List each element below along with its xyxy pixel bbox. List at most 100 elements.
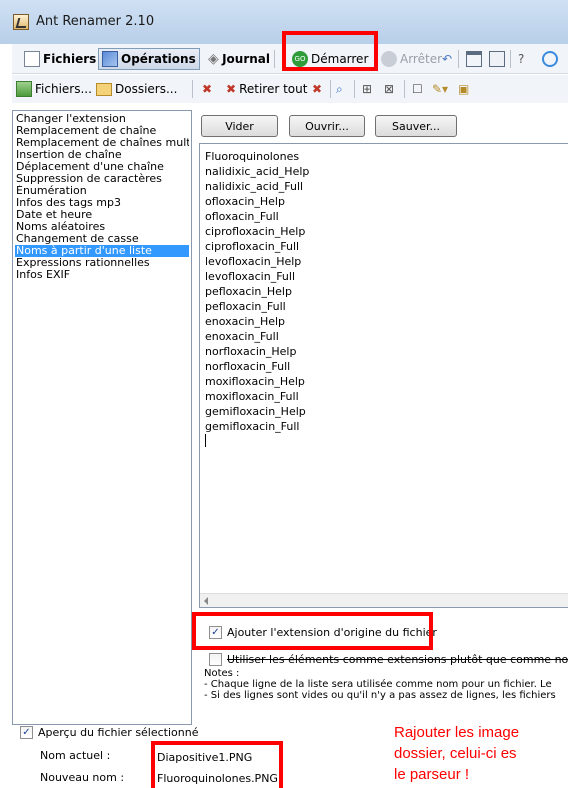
list-line: nalidixic_acid_Help: [205, 165, 310, 178]
scroll-left-icon[interactable]: [204, 597, 208, 605]
highlight-keep-extension: [192, 612, 433, 650]
use-as-extensions-label: Utiliser les éléments comme extensions p…: [227, 653, 568, 666]
names-list-editor[interactable]: Fluoroquinolones nalidixic_acid_Help nal…: [199, 143, 568, 608]
secondary-toolbar: Fichiers... Dossiers... ✖ ✖ Retirer tout…: [12, 75, 568, 103]
help-icon[interactable]: ?: [518, 48, 524, 70]
highlight-preview-names: [151, 741, 283, 788]
operation-item[interactable]: Remplacement de chaîne: [15, 125, 189, 137]
settings-icon-glyph: [489, 51, 505, 67]
journal-icon: ◈: [208, 51, 219, 67]
undo-icon[interactable]: ↶: [442, 48, 452, 70]
add-files-icon: [16, 81, 32, 97]
open-button-label: Ouvrir...: [305, 119, 349, 133]
grid-remove-icon[interactable]: ⊠: [384, 79, 394, 99]
use-as-extensions-checkbox[interactable]: [209, 653, 222, 666]
remove-all-button[interactable]: ✖ Retirer tout: [226, 79, 307, 99]
folder-browse-icon[interactable]: ✎▾: [432, 79, 448, 99]
remove-selected-icon[interactable]: ✖: [202, 79, 212, 99]
list-line: levofloxacin_Help: [205, 255, 302, 268]
stop-button[interactable]: Arrêter: [381, 48, 442, 70]
operation-item[interactable]: Changement de casse: [15, 233, 189, 245]
notes-section: Notes : - Chaque ligne de la liste sera …: [204, 668, 568, 701]
list-line: norfloxacin_Full: [205, 360, 291, 373]
horizontal-scrollbar[interactable]: [200, 593, 568, 607]
list-line: enoxacin_Full: [205, 330, 279, 343]
text-caret: [205, 434, 206, 447]
stop-icon: [381, 51, 397, 67]
list-line: ofloxacin_Help: [205, 195, 285, 208]
list-line: gemifloxacin_Full: [205, 420, 300, 433]
remove-all-label: Retirer tout: [239, 82, 308, 96]
list-line: gemifloxacin_Help: [205, 405, 306, 418]
tab-journal-label: Journal: [222, 52, 270, 66]
save-button-label: Sauver...: [392, 119, 440, 133]
list-line: pefloxacin_Help: [205, 285, 292, 298]
tab-files-label: Fichiers: [43, 52, 97, 66]
remove-dead-icon[interactable]: ✖: [312, 79, 322, 99]
add-folders-button[interactable]: Dossiers...: [96, 79, 177, 99]
preview-label: Aperçu du fichier sélectionné: [38, 726, 199, 739]
operation-item-selected[interactable]: Noms à partir d'une liste: [15, 245, 189, 257]
list-line: ofloxacin_Full: [205, 210, 279, 223]
window-title: Ant Renamer 2.10: [36, 14, 155, 29]
operation-item[interactable]: Expressions rationnelles: [15, 257, 189, 269]
settings-icon[interactable]: [489, 48, 508, 70]
toolbar-separator: [458, 50, 459, 68]
search-icon[interactable]: ⌕: [336, 79, 343, 99]
open-button[interactable]: Ouvrir...: [289, 115, 365, 137]
operation-item[interactable]: Remplacement de chaînes multiples: [15, 137, 189, 149]
toolbar-separator: [274, 50, 275, 68]
current-name-label: Nom actuel :: [40, 749, 111, 762]
list-line: levofloxacin_Full: [205, 270, 296, 283]
list-line: pefloxacin_Full: [205, 300, 286, 313]
remove-all-icon: ✖: [226, 82, 237, 96]
operation-item[interactable]: Insertion de chaîne: [15, 149, 189, 161]
preview-option[interactable]: ✓ Aperçu du fichier sélectionné: [20, 726, 199, 739]
list-line: norfloxacin_Help: [205, 345, 297, 358]
note-line-1: - Chaque ligne de la liste sera utilisée…: [204, 679, 552, 690]
add-files-label: Fichiers...: [35, 82, 92, 96]
tab-journal[interactable]: ◈ Journal: [208, 48, 270, 70]
operations-icon: [102, 51, 118, 67]
select-icon[interactable]: ☐: [412, 79, 423, 99]
save-button[interactable]: Sauver...: [375, 115, 457, 137]
clear-button[interactable]: Vider: [201, 115, 278, 137]
folder-icon: [96, 82, 112, 96]
operation-item[interactable]: Suppression de caractères: [15, 173, 189, 185]
operation-item[interactable]: Infos EXIF: [15, 269, 189, 281]
window-icon[interactable]: [466, 48, 485, 70]
operation-item[interactable]: Noms aléatoires: [15, 221, 189, 233]
clear-button-label: Vider: [225, 119, 254, 133]
annotation-line-1: Rajouter les image: [394, 724, 520, 741]
operation-item[interactable]: Infos des tags mp3: [15, 197, 189, 209]
toolbar-separator: [510, 50, 511, 68]
use-as-extensions-option[interactable]: Utiliser les éléments comme extensions p…: [209, 653, 568, 666]
about-icon[interactable]: [542, 48, 561, 70]
window-icon-glyph: [466, 51, 482, 67]
toolbar-separator: [354, 80, 355, 98]
add-folders-label: Dossiers...: [115, 82, 178, 96]
tab-operations-label: Opérations: [121, 52, 196, 66]
notes-title: Notes :: [204, 668, 240, 679]
list-line: moxifloxacin_Full: [205, 390, 299, 403]
new-name-label: Nouveau nom :: [40, 771, 125, 784]
list-line: ciprofloxacin_Help: [205, 225, 306, 238]
list-line: enoxacin_Help: [205, 315, 286, 328]
note-line-2: - Si des lignes sont vides ou qu'il n'y …: [204, 690, 556, 701]
operation-item[interactable]: Déplacement d'une chaîne: [15, 161, 189, 173]
preview-checkbox[interactable]: ✓: [20, 726, 33, 739]
operation-item[interactable]: Énumération: [15, 185, 189, 197]
app-icon: [13, 14, 29, 30]
operation-item[interactable]: Date et heure: [15, 209, 189, 221]
files-icon: [24, 51, 40, 67]
save-icon[interactable]: ▣: [458, 79, 469, 99]
tab-operations[interactable]: Opérations: [98, 48, 200, 70]
add-files-button[interactable]: Fichiers...: [16, 79, 92, 99]
tab-files[interactable]: Fichiers: [24, 48, 96, 70]
list-line: moxifloxacin_Help: [205, 375, 305, 388]
toolbar-separator: [330, 80, 331, 98]
grid-icon[interactable]: ⊞: [362, 79, 372, 99]
annotation-line-3: le parseur !: [394, 766, 470, 783]
operation-item[interactable]: Changer l'extension: [15, 113, 189, 125]
stop-button-label: Arrêter: [400, 52, 443, 66]
